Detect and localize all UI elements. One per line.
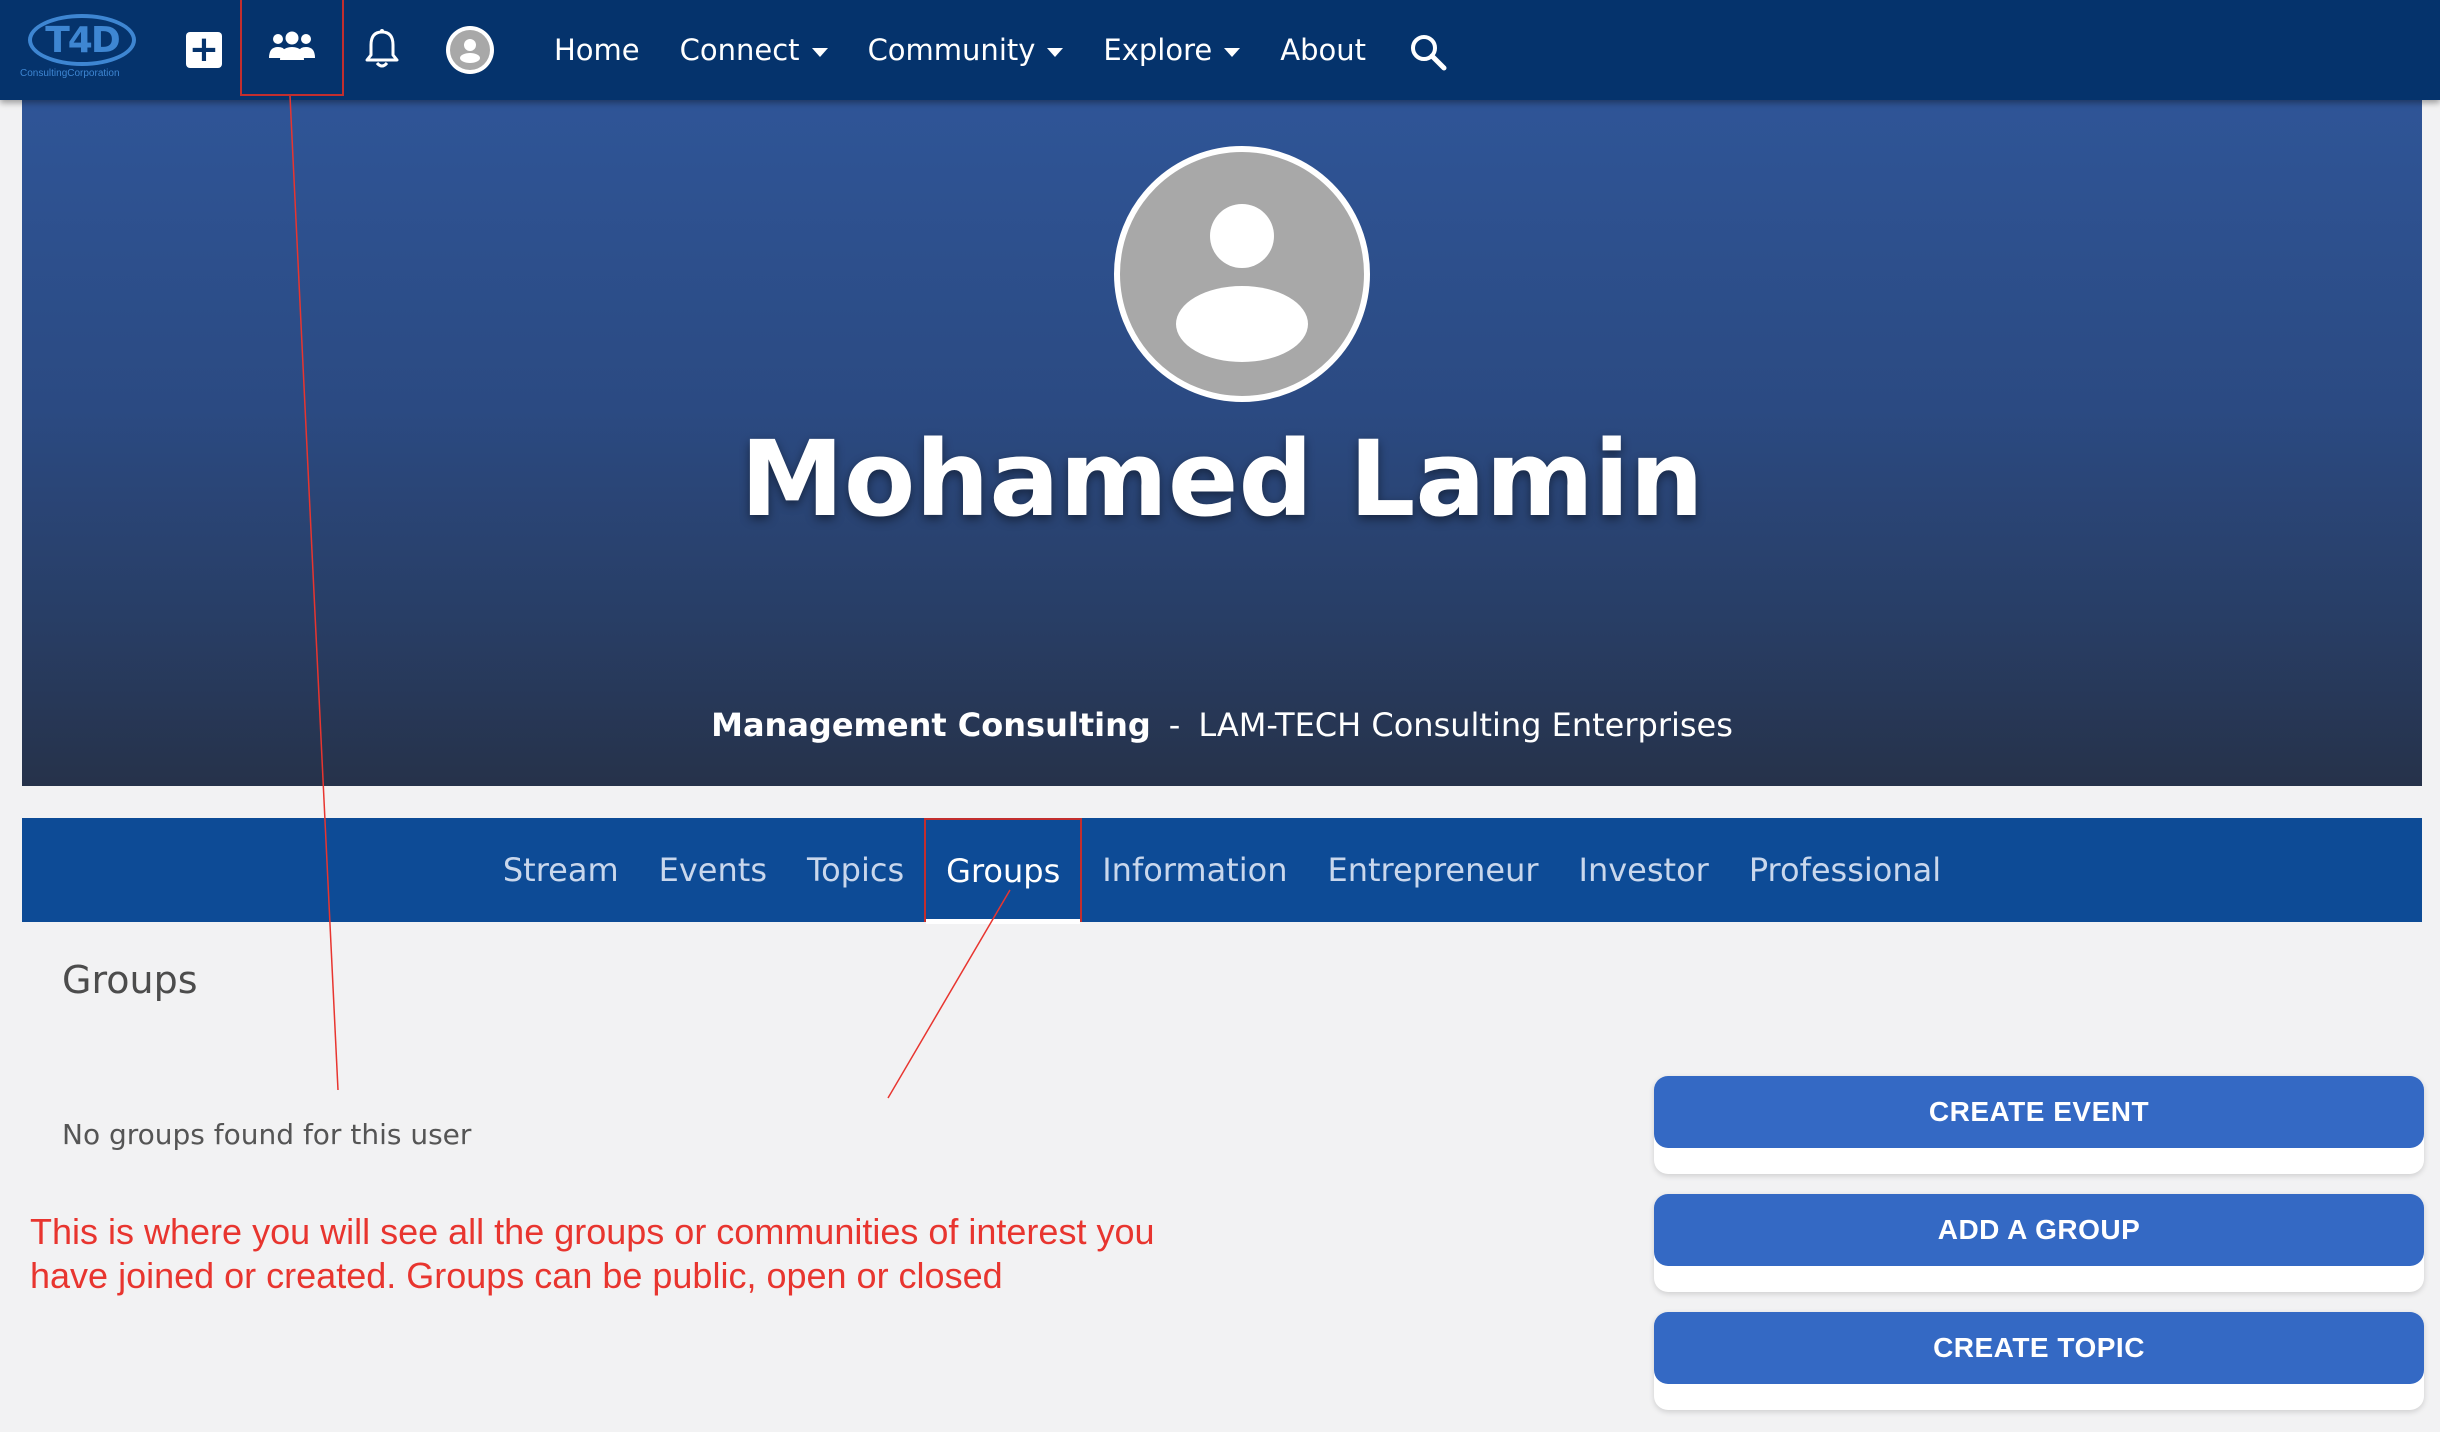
user-avatar-icon[interactable] [444, 24, 496, 76]
annotation-line-1: This is where you will see all the group… [30, 1211, 1155, 1252]
nav-home[interactable]: Home [554, 33, 640, 67]
tab-investor[interactable]: Investor [1559, 818, 1729, 922]
profile-tab-bar: Stream Events Topics Groups Information … [22, 818, 2422, 924]
profile-role: Management Consulting [711, 706, 1151, 744]
tab-topics[interactable]: Topics [787, 818, 924, 922]
logo-subtitle: ConsultingCorporation [20, 68, 120, 79]
profile-tabs: Stream Events Topics Groups Information … [22, 818, 2422, 924]
nav-about[interactable]: About [1280, 33, 1366, 67]
nav-connect-label: Connect [679, 33, 800, 67]
tab-entrepreneur[interactable]: Entrepreneur [1307, 818, 1558, 922]
create-topic-card: CREATE TOPIC [1654, 1312, 2424, 1410]
bell-icon[interactable] [362, 26, 402, 72]
brand-logo[interactable]: T4D ConsultingCorporation [20, 12, 145, 84]
chevron-down-icon [1224, 47, 1241, 57]
profile-header: Mohamed Lamin Management Consulting - LAM-… [22, 100, 2422, 786]
groups-heading: Groups [62, 958, 198, 1002]
search-icon[interactable] [1406, 30, 1450, 74]
nav-community-label: Community [867, 33, 1036, 67]
add-group-card: ADD A GROUP [1654, 1194, 2424, 1292]
chevron-down-icon [811, 47, 828, 57]
nav-community[interactable]: Community [868, 33, 1064, 67]
empty-groups-message: No groups found for this user [62, 1118, 472, 1151]
create-event-button[interactable]: CREATE EVENT [1654, 1076, 2424, 1148]
nav-connect[interactable]: Connect [680, 33, 828, 67]
nav-about-label: About [1280, 33, 1366, 67]
tab-groups[interactable]: Groups [924, 818, 1083, 924]
tab-events[interactable]: Events [639, 818, 787, 922]
profile-subtitle: Management Consulting - LAM-TECH Consultin… [22, 706, 2422, 744]
plus-square-icon[interactable]: + [186, 32, 222, 68]
tab-stream[interactable]: Stream [483, 818, 639, 922]
logo-mark: T4D [28, 14, 136, 66]
tutorial-annotation: This is where you will see all the group… [30, 1210, 1250, 1298]
create-topic-button[interactable]: CREATE TOPIC [1654, 1312, 2424, 1384]
groups-icon[interactable] [240, 0, 344, 96]
nav-home-label: Home [554, 33, 640, 67]
annotation-line-2: have joined or created. Groups can be pu… [30, 1255, 1003, 1296]
top-navbar: T4D ConsultingCorporation + Home Connect… [0, 0, 2440, 100]
nav-explore[interactable]: Explore [1103, 33, 1241, 67]
profile-company: LAM-TECH Consulting Enterprises [1198, 706, 1733, 744]
tab-professional[interactable]: Professional [1729, 818, 1961, 922]
main-nav-links: Home Connect Community Explore About [554, 28, 1366, 72]
profile-separator: - [1168, 706, 1181, 744]
profile-photo[interactable] [1114, 146, 1370, 402]
profile-name: Mohamed Lamin [740, 418, 1704, 540]
create-event-card: CREATE EVENT [1654, 1076, 2424, 1174]
nav-explore-label: Explore [1103, 33, 1213, 67]
add-group-button[interactable]: ADD A GROUP [1654, 1194, 2424, 1266]
tab-information[interactable]: Information [1082, 818, 1307, 922]
chevron-down-icon [1047, 47, 1064, 57]
